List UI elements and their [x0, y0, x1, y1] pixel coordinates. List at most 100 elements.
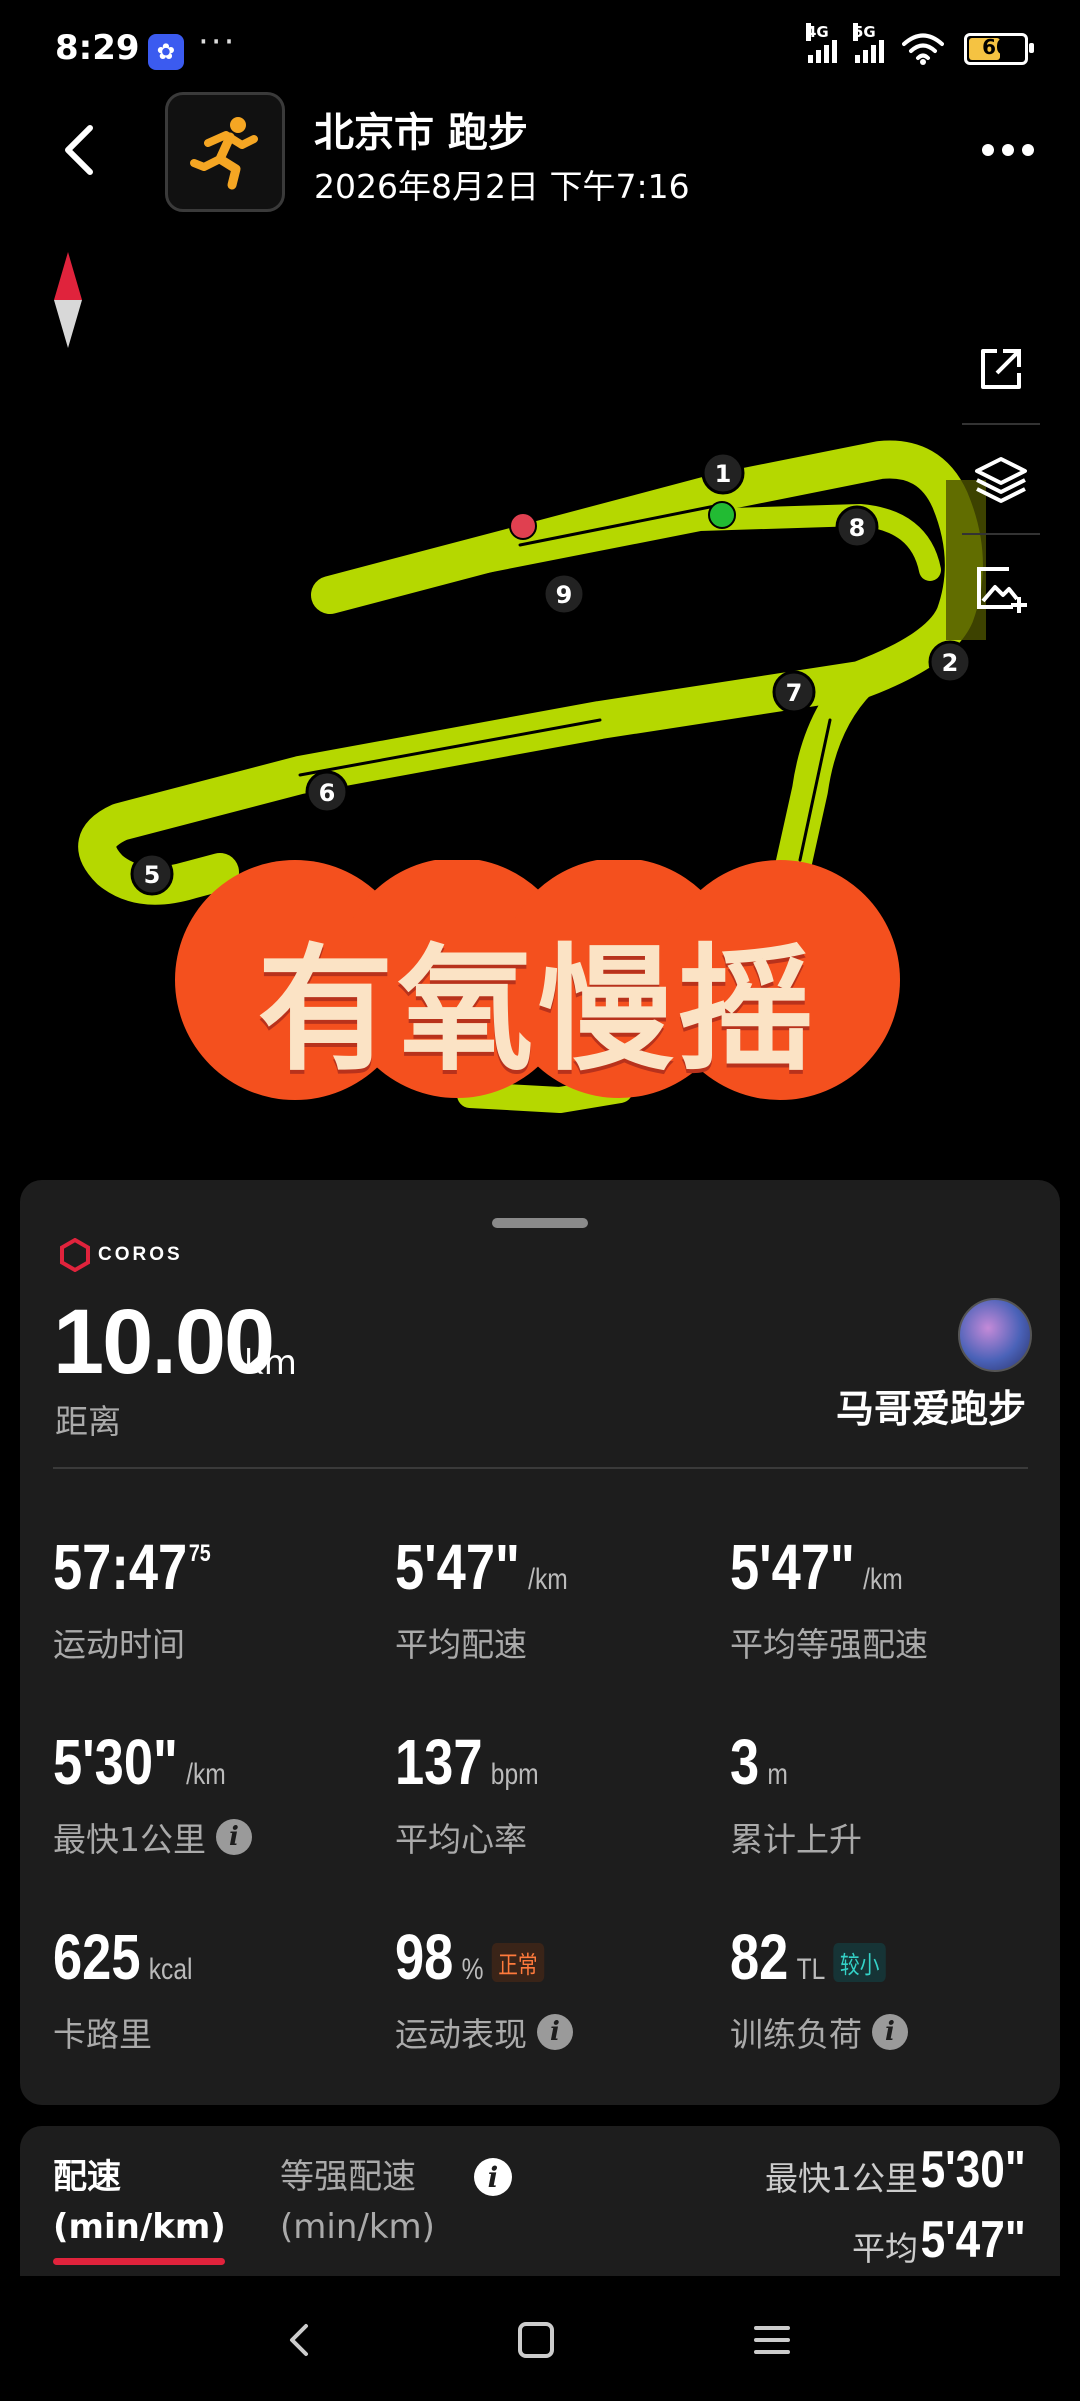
status-time: 8:29 [55, 28, 140, 68]
brand-logo: COROS [58, 1235, 183, 1275]
page-title: 北京市 跑步 [314, 110, 528, 156]
add-photo-button[interactable] [962, 550, 1040, 628]
km-marker-7: 7 [772, 670, 816, 714]
more-options-button[interactable] [978, 140, 1038, 160]
tab-label: 等强配速 [280, 2157, 416, 2197]
metric-unit: /km [528, 1563, 568, 1596]
battery-icon: 60 [964, 33, 1034, 65]
end-point [509, 512, 537, 540]
metric-label: 平均等强配速 [730, 1625, 928, 1664]
km-marker-2: 2 [928, 640, 972, 684]
status-badge: 较小 [833, 1942, 886, 1982]
metric-value: 625 [53, 1921, 141, 1993]
active-tab-indicator [53, 2258, 225, 2265]
activity-datetime: 2026年8月2日 下午7:16 [314, 167, 690, 206]
tab-unit: (min/km) [53, 2207, 226, 2247]
nav-menu-button[interactable] [742, 2310, 802, 2370]
battery-tip [1029, 43, 1034, 53]
tab-equal-pace[interactable]: 等强配速 (min/km) [280, 2152, 435, 2252]
metric-label: 最快1公里 [53, 1820, 206, 1859]
metric-value-fraction: 75 [188, 1540, 211, 1567]
metric-value: 82 [730, 1921, 789, 1993]
share-icon [981, 349, 1021, 389]
metric-unit: bpm [490, 1758, 539, 1791]
metric-value: 137 [395, 1726, 483, 1798]
metric-value: 5'30" [53, 1726, 178, 1798]
app-notification-icon: ✿ [148, 34, 184, 70]
nav-back-icon [290, 2324, 308, 2356]
km-marker-label: 8 [849, 514, 866, 542]
status-badge: 正常 [491, 1942, 545, 1982]
metric-label: 运动表现 [395, 2015, 527, 2054]
average-pace-value: 5'47" [920, 2211, 1026, 2269]
tool-divider [962, 533, 1040, 535]
metric-unit: % [461, 1953, 484, 1986]
info-icon[interactable]: i [872, 2014, 908, 2050]
cellular-signal-icon-2: 5G [853, 23, 884, 63]
metric-value: 57:47 [53, 1531, 188, 1603]
metric-unit: kcal [148, 1953, 193, 1986]
info-icon[interactable]: i [216, 1819, 252, 1855]
average-pace-label: 平均 [852, 2229, 918, 2268]
metric-unit: /km [186, 1758, 226, 1791]
km-marker-1: 1 [701, 451, 745, 495]
network-type-label-2: 5G [853, 23, 876, 41]
tab-unit: (min/km) [280, 2207, 435, 2247]
add-image-icon [977, 567, 1027, 613]
banner-text: 有氧慢摇 [257, 930, 818, 1090]
avatar[interactable] [958, 1298, 1032, 1372]
km-marker-label: 1 [715, 460, 732, 488]
km-marker-6: 6 [305, 770, 349, 814]
metric-unit: TL [796, 1953, 826, 1986]
coros-logo-icon [60, 1238, 90, 1272]
layers-icon [975, 457, 1027, 503]
info-icon[interactable]: i [474, 2158, 512, 2196]
metric-value: 3 [730, 1726, 760, 1798]
cellular-signal-icon: 4G [806, 23, 837, 63]
divider [53, 1467, 1028, 1469]
activity-type-icon [165, 92, 285, 212]
back-button[interactable] [52, 120, 112, 180]
metric-unit: /km [863, 1563, 903, 1596]
tab-pace[interactable]: 配速 (min/km) [53, 2152, 226, 2252]
distance-label: 距离 [55, 1402, 121, 1441]
metric-label: 平均心率 [395, 1820, 527, 1859]
title-banner: 有氧慢摇 [175, 860, 900, 1100]
distance-value: 10.00 [53, 1291, 275, 1393]
km-marker-label: 7 [786, 679, 803, 707]
brand-name: COROS [98, 1244, 183, 1265]
metric-label: 累计上升 [730, 1820, 862, 1859]
km-marker-label: 5 [144, 861, 161, 889]
info-icon[interactable]: i [537, 2014, 573, 2050]
start-point [708, 501, 736, 529]
username[interactable]: 马哥爱跑步 [836, 1378, 1026, 1433]
km-marker-5: 5 [130, 852, 174, 896]
nav-home-button[interactable] [506, 2310, 566, 2370]
km-marker-9: 9 [542, 572, 586, 616]
tab-label: 配速 [53, 2157, 121, 2197]
km-marker-8: 8 [835, 505, 879, 549]
fastest-km-value: 5'30" [920, 2141, 1026, 2199]
metric-value: 98 [395, 1921, 454, 1993]
battery-percentage: 60 [982, 35, 1010, 59]
compass-icon[interactable] [48, 250, 88, 350]
share-button[interactable] [962, 330, 1040, 408]
metric-value: 5'47" [395, 1531, 520, 1603]
more-notifications-icon: ··· [198, 22, 237, 62]
nav-back-button[interactable] [270, 2310, 330, 2370]
running-icon [190, 117, 258, 190]
km-marker-label: 6 [319, 779, 336, 807]
metric-label: 卡路里 [53, 2015, 152, 2054]
map-layers-button[interactable] [962, 440, 1040, 518]
status-indicators: 4G 5G 60 [806, 23, 1034, 72]
fastest-km-label: 最快1公里 [765, 2159, 918, 2198]
wifi-icon [902, 33, 944, 65]
nav-menu-icon [754, 2326, 790, 2354]
network-type-label: 4G [806, 23, 829, 41]
drag-handle[interactable] [492, 1218, 588, 1228]
metric-unit: m [767, 1758, 788, 1791]
tool-divider [962, 423, 1040, 425]
distance-unit: km [244, 1343, 297, 1383]
metric-label: 平均配速 [395, 1625, 527, 1664]
km-marker-label: 2 [942, 649, 959, 677]
